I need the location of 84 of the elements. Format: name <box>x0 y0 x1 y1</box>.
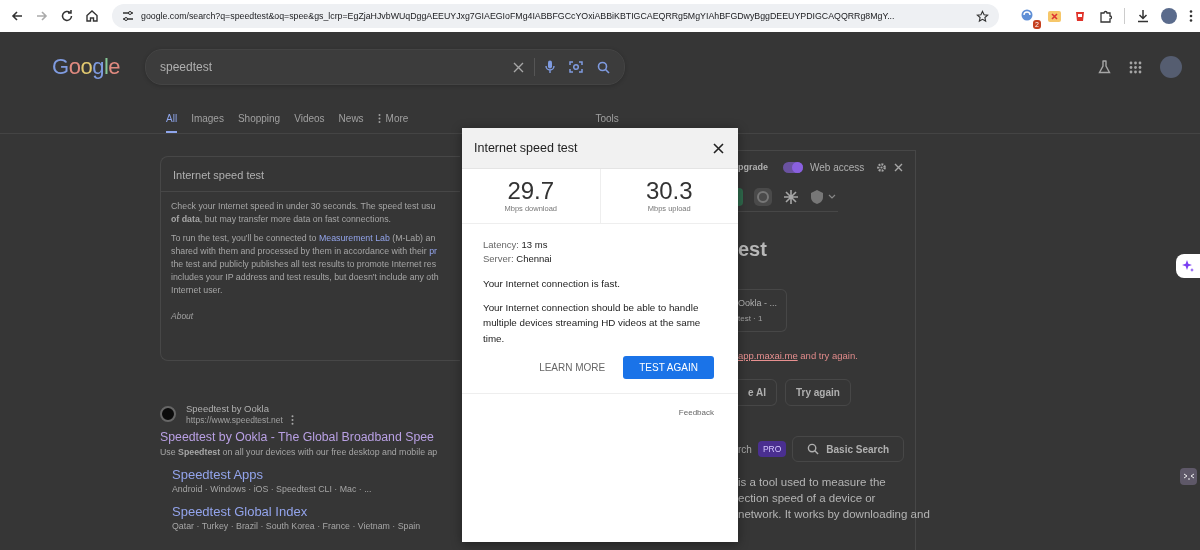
paragraph-line: of data, but may transfer more data on fast connections. <box>171 213 393 226</box>
error-message: app.maxai.me and try again. <box>738 350 859 361</box>
learn-more-button[interactable]: LEARN MORE <box>539 356 606 379</box>
card-title: Internet speed test <box>161 157 460 192</box>
link[interactable]: Measurement Lab <box>318 233 390 243</box>
back-icon[interactable] <box>10 9 24 23</box>
site-info-icon[interactable] <box>122 10 134 22</box>
description-text: Your Internet connection should be able to handle multiple devices streaming HD videos at the same time. <box>483 300 702 346</box>
result-title-link[interactable]: Speedtest by Ookla - The Global Broadband Spee <box>160 430 460 444</box>
speed-value: 30.3 <box>645 178 693 204</box>
site-name: Speedtest by Ookla <box>186 403 270 414</box>
search-icon[interactable] <box>597 60 610 74</box>
web-access-toggle[interactable] <box>783 161 803 173</box>
source-meta: test · 1 <box>738 314 764 323</box>
assistant-face-button[interactable] <box>1180 468 1197 485</box>
sitelink-snippet: Qatar · Turkey · Brazil · South Korea · France · Vietnam · Spain <box>172 521 422 531</box>
kebab-icon[interactable] <box>290 415 294 425</box>
search-tab[interactable]: All <box>166 113 178 133</box>
site-url: https://www.speedtest.net <box>186 415 283 425</box>
answer-text-line: ection speed of a device or <box>738 491 876 506</box>
panel-heading: est <box>738 238 768 261</box>
sitelink[interactable]: Speedtest Apps <box>172 467 460 482</box>
search-tab[interactable]: Videos <box>294 113 325 133</box>
paragraph-line: To run the test, you'll be connected to Measurement Lab (M-Lab) an <box>171 232 437 245</box>
search-mode-label[interactable]: rch <box>738 443 752 455</box>
search-tab[interactable]: News <box>338 113 364 133</box>
google-logo[interactable]: Google <box>52 54 127 80</box>
apps-grid-icon[interactable] <box>1129 60 1142 74</box>
result-snippet: Use Speedtest on all your devices with our free desktop and mobile ap <box>160 447 439 457</box>
model-icon[interactable] <box>753 187 773 207</box>
chevron-down-icon[interactable] <box>828 194 836 200</box>
starburst-icon[interactable] <box>783 189 799 205</box>
search-field[interactable]: speedtest <box>145 49 625 85</box>
star-icon[interactable] <box>976 9 989 23</box>
summary-text: Your Internet connection is fast. <box>483 277 621 291</box>
upgrade-link[interactable]: pgrade <box>738 162 768 172</box>
profile-avatar[interactable] <box>1161 8 1177 24</box>
puzzle-icon[interactable] <box>1098 8 1113 24</box>
download-icon[interactable] <box>1136 9 1150 23</box>
settings-icon[interactable] <box>876 161 888 173</box>
sitelink-snippet: Android · Windows · iOS · Speedtest CLI · Mac · ... <box>172 484 373 494</box>
search-icon <box>807 443 820 455</box>
answer-text-line: is a tool used to measure the <box>738 475 886 490</box>
camera-icon[interactable] <box>569 60 583 74</box>
paragraph-line: the test and publicly publishes all test results to promote Internet res <box>171 258 438 271</box>
link[interactable]: pr <box>429 246 437 256</box>
answer-text-line: network. It works by downloading and <box>738 507 930 522</box>
extension-icon[interactable] <box>1073 9 1087 23</box>
paragraph-line: includes your IP address and test results, but doesn't include any oth <box>171 271 440 284</box>
paragraph-line: Internet user. <box>171 284 224 297</box>
extension-icon[interactable] <box>1047 8 1062 24</box>
about-link[interactable]: About <box>171 311 450 321</box>
pro-badge: PRO <box>757 441 787 457</box>
sitelink[interactable]: Speedtest Global Index <box>172 504 460 519</box>
flask-icon[interactable] <box>1098 60 1111 74</box>
search-tab[interactable]: Shopping <box>237 113 281 133</box>
home-icon[interactable] <box>85 9 99 23</box>
more-menu[interactable]: More <box>377 113 409 133</box>
address-bar[interactable]: google.com/search?q=speedtest&oq=spee&gs_lcrp=EgZjaHJvbWUqDggAEEUYJxg7GIAEGIoFMg4IABBFGCcYOxiABBiKBTIGCAEQRRg5MgYIAhBFGDwyBggDEEUYPDIGCAQQRRg8MgY... <box>112 4 999 28</box>
detail-line: Server: Chennai <box>483 252 553 266</box>
shield-icon[interactable] <box>809 189 825 205</box>
close-icon[interactable] <box>713 142 724 154</box>
feedback-link[interactable]: Feedback <box>678 408 714 417</box>
panel-button[interactable]: Try again <box>784 379 851 406</box>
paragraph-line: shared with them and processed by them in accordance with their pr <box>171 245 438 258</box>
source-title: Ookla - ... <box>738 298 778 308</box>
basic-search-button[interactable]: Basic Search <box>792 436 905 462</box>
reload-icon[interactable] <box>60 9 74 23</box>
kebab-icon <box>377 114 381 123</box>
speed-value: 29.7 <box>507 178 555 204</box>
assistant-button[interactable] <box>1176 254 1200 278</box>
link[interactable]: app.maxai.me <box>738 350 798 361</box>
paragraph-line: Check your Internet speed in under 30 seconds. The speed test usu <box>171 200 437 213</box>
face-icon <box>1182 472 1195 481</box>
site-favicon <box>160 406 176 422</box>
clear-icon[interactable] <box>513 61 524 73</box>
detail-line: Latency: 13 ms <box>483 238 549 252</box>
test-again-button[interactable]: TEST AGAIN <box>623 356 714 379</box>
sparkle-icon <box>1181 259 1195 273</box>
microphone-icon[interactable] <box>545 59 555 75</box>
search-tab[interactable]: Images <box>191 113 224 133</box>
menu-icon[interactable] <box>1188 9 1194 23</box>
toggle-label: Web access <box>810 161 865 173</box>
dialog-title: Internet speed test <box>474 141 578 155</box>
